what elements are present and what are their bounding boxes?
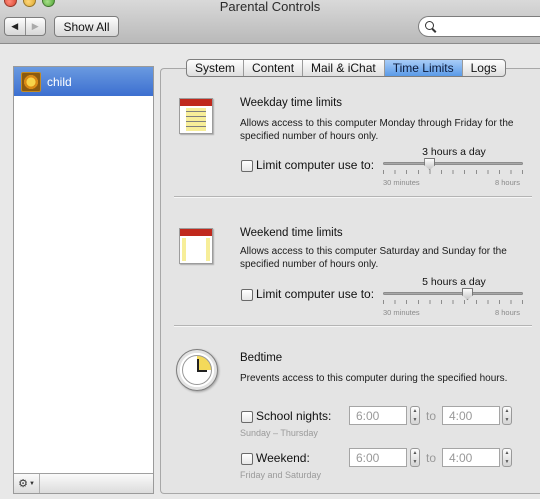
weekend-limit-checkbox[interactable]	[241, 289, 253, 301]
weekend-bedtime-to-label: to	[426, 451, 437, 465]
weekday-time-slider[interactable]	[383, 162, 523, 165]
tab-time-limits[interactable]: Time Limits	[384, 60, 463, 76]
weekend-bedtime-checkbox[interactable]	[241, 453, 253, 465]
flower-avatar-icon	[21, 71, 41, 92]
tab-logs[interactable]: Logs	[463, 60, 505, 76]
tab-bar: System Content Mail & iChat Time Limits …	[186, 59, 506, 77]
school-nights-days: Sunday – Thursday	[240, 428, 318, 438]
weekday-limit-label: Limit computer use to:	[256, 158, 375, 172]
weekend-title: Weekend time limits	[240, 227, 343, 239]
forward-button[interactable]: ▶	[26, 18, 46, 35]
weekday-slider-max: 8 hours	[495, 178, 521, 187]
back-forward-control: ◀ ▶	[4, 17, 46, 36]
tab-system[interactable]: System	[187, 60, 245, 76]
action-menu-button[interactable]: ⚙ ▼	[14, 474, 40, 493]
weekend-bedtime-start-stepper[interactable]: ▲ ▼	[410, 448, 420, 467]
school-nights-start-field[interactable]: 6:00	[349, 406, 407, 425]
weekend-description: Allows access to this computer Saturday …	[240, 246, 507, 270]
weekend-bedtime-end-field[interactable]: 4:00	[442, 448, 500, 467]
bedtime-description: Prevents access to this computer during …	[240, 373, 508, 384]
weekend-bedtime-label: Weekend:	[256, 451, 310, 465]
weekday-limit-checkbox[interactable]	[241, 160, 253, 172]
weekend-bedtime-days: Friday and Saturday	[240, 470, 322, 480]
school-nights-start-stepper[interactable]: ▲ ▼	[410, 406, 420, 425]
school-nights-label: School nights:	[256, 409, 332, 423]
gear-icon: ⚙	[18, 478, 28, 490]
back-button[interactable]: ◀	[5, 18, 26, 35]
weekday-title: Weekday time limits	[240, 97, 343, 109]
weekend-time-slider[interactable]	[383, 292, 523, 295]
weekend-calendar-icon	[179, 228, 213, 264]
chevron-down-icon: ▼	[28, 480, 35, 487]
window-title: Parental Controls	[219, 0, 321, 14]
school-nights-to-label: to	[426, 409, 437, 423]
school-nights-end-field[interactable]: 4:00	[442, 406, 500, 425]
sidebar-footer: ⚙ ▼	[14, 473, 153, 493]
weekend-slider-max: 8 hours	[495, 308, 521, 317]
forward-arrow-icon: ▶	[31, 21, 39, 31]
weekday-slider-min: 30 minutes	[383, 178, 420, 187]
clock-icon	[176, 349, 218, 391]
toolbar: Parental Controls ◀ ▶ Show All	[0, 0, 540, 44]
section-divider	[174, 196, 532, 197]
section-divider	[174, 325, 532, 326]
back-arrow-icon: ◀	[11, 21, 19, 31]
account-item-child[interactable]: child	[14, 67, 153, 96]
weekend-bedtime-start-field[interactable]: 6:00	[349, 448, 407, 467]
tab-content[interactable]: Content	[244, 60, 304, 76]
weekend-slider-min: 30 minutes	[383, 308, 420, 317]
weekend-bedtime-end-stepper[interactable]: ▲ ▼	[502, 448, 512, 467]
show-all-button[interactable]: Show All	[54, 16, 119, 37]
bedtime-title: Bedtime	[240, 352, 283, 364]
weekday-slider-ticks	[383, 170, 523, 174]
accounts-list: child ⚙ ▼	[13, 66, 154, 494]
weekend-slider-ticks	[383, 300, 523, 304]
weekday-slider-value: 3 hours a day	[422, 146, 486, 158]
account-name: child	[47, 74, 72, 89]
weekday-description: Allows access to this computer Monday th…	[240, 118, 514, 142]
search-icon	[425, 20, 437, 33]
tab-mail-ichat[interactable]: Mail & iChat	[303, 60, 385, 76]
school-nights-end-stepper[interactable]: ▲ ▼	[502, 406, 512, 425]
weekend-slider-value: 5 hours a day	[422, 276, 486, 288]
search-input[interactable]	[418, 16, 540, 37]
weekend-limit-label: Limit computer use to:	[256, 287, 375, 301]
school-nights-checkbox[interactable]	[241, 411, 253, 423]
weekday-calendar-icon	[179, 98, 213, 134]
